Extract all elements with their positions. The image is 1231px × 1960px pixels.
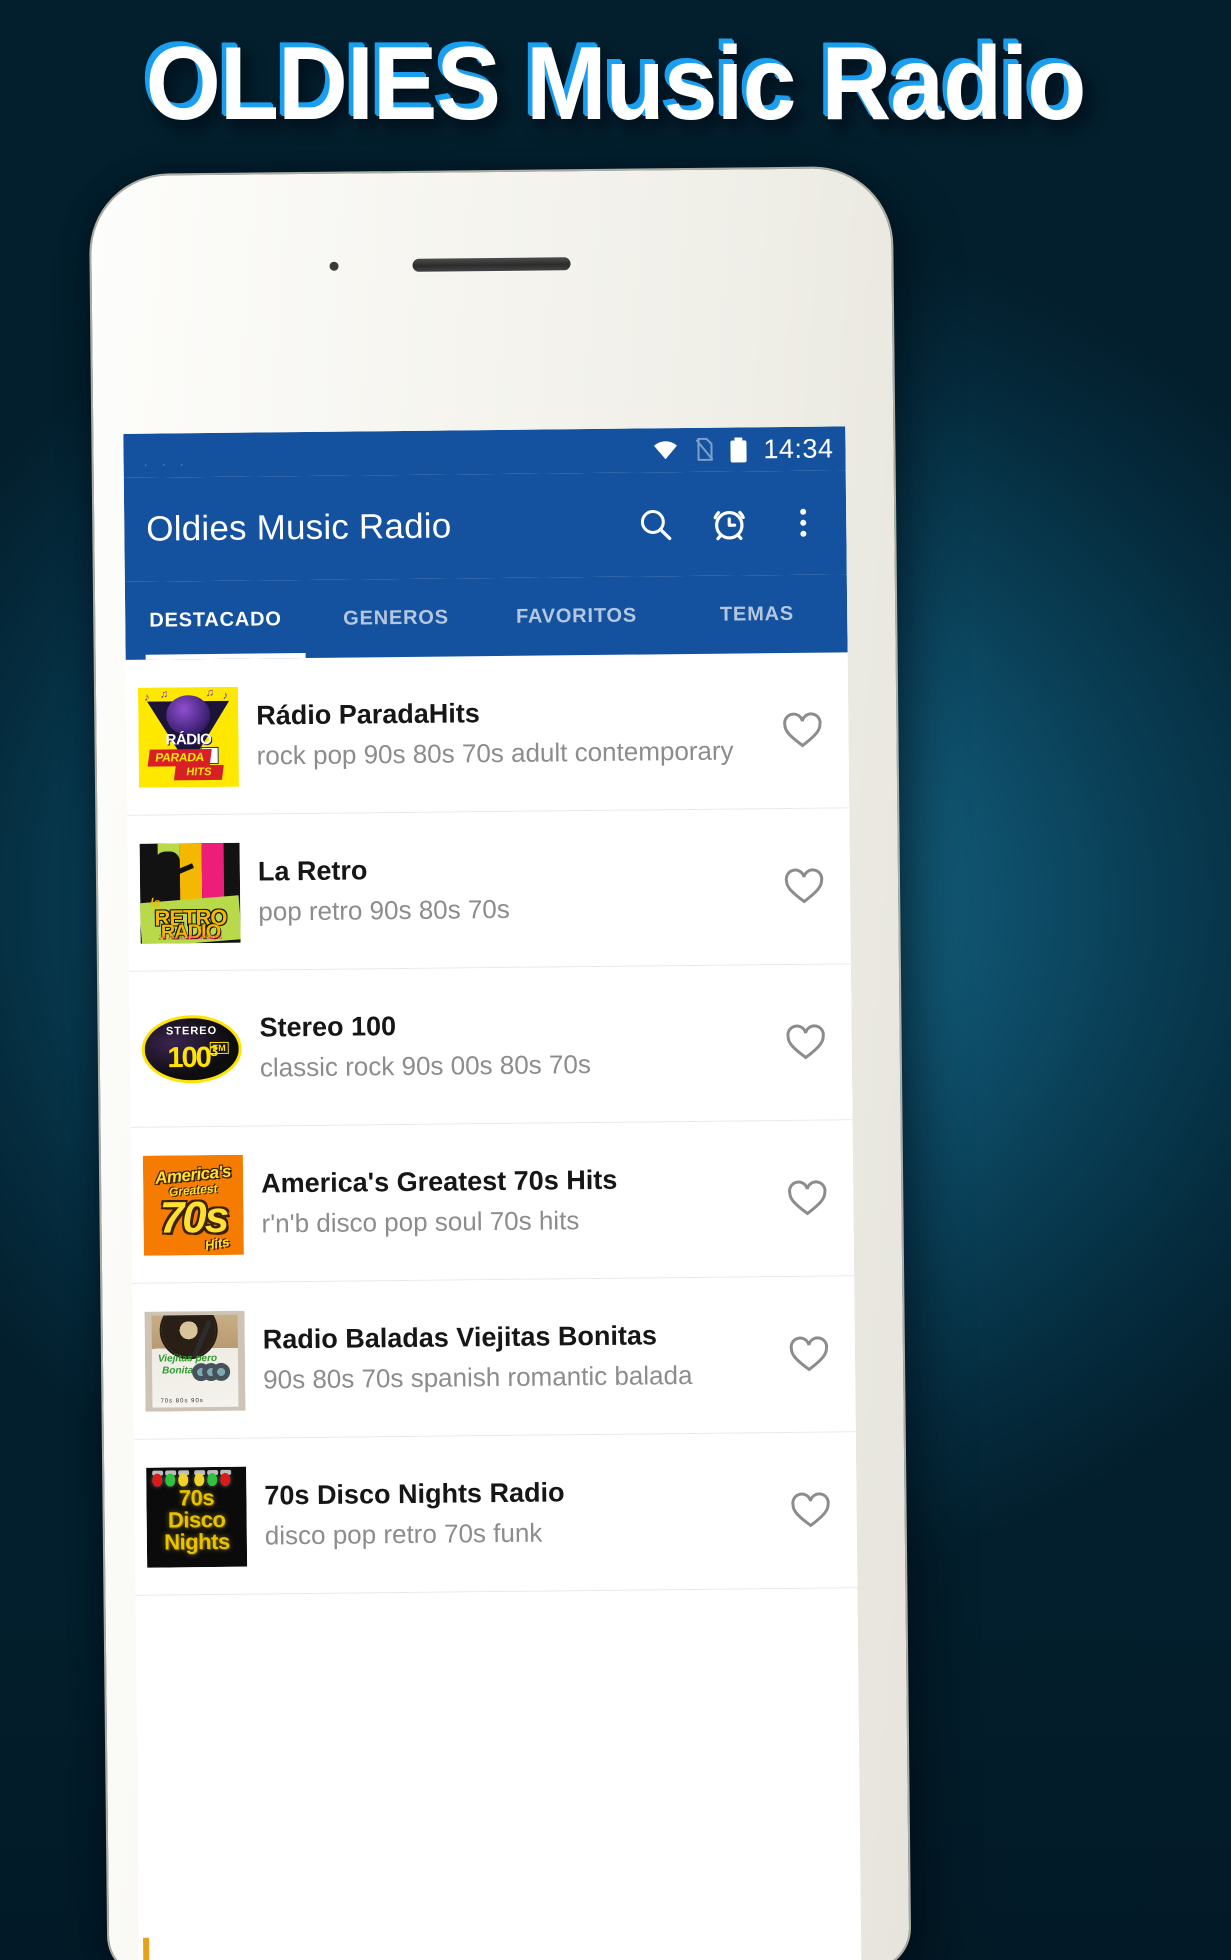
logo-line-1: STEREO — [165, 1024, 218, 1037]
station-list-item[interactable]: STEREO 1003 FM Stereo 100 classic rock 9… — [128, 964, 853, 1128]
station-text: Radio Baladas Viejitas Bonitas 90s 80s 7… — [255, 1319, 776, 1396]
station-list: ♪ ♫ ♪ ♫ RÁDIO PARADA HITS Rádio ParadaHi… — [125, 652, 858, 1636]
tab-temas[interactable]: TEMAS — [666, 574, 847, 654]
phone-front-camera — [329, 261, 339, 271]
favorite-heart-icon[interactable] — [776, 858, 833, 915]
station-tags: disco pop retro 70s funk — [264, 1517, 543, 1551]
station-list-item[interactable]: Viejitas pero Bonitas 70s 80s 90s Radio … — [132, 1276, 856, 1440]
favorite-heart-icon[interactable] — [774, 702, 831, 759]
station-tags: 90s 80s 70s spanish romantic balada — [263, 1359, 693, 1395]
logo-line-2: PARADA — [154, 749, 205, 765]
tab-favoritos[interactable]: FAVORITOS — [486, 576, 667, 656]
logo-line-2: 100 — [167, 1041, 211, 1074]
logo-line-4: FM — [209, 1041, 229, 1054]
tab-generos[interactable]: GENEROS — [305, 578, 486, 658]
70s-disco-nights-logo: 70s Disco Nights — [146, 1466, 248, 1568]
station-tags: pop retro 90s 80s 70s — [258, 893, 510, 927]
battery-icon — [730, 436, 747, 463]
station-text: America's Greatest 70s Hits r'n'b disco … — [253, 1163, 774, 1240]
americas-greatest-70s-logo: America's Greatest 70s Hits — [142, 1154, 244, 1256]
station-list-item[interactable]: America's Greatest 70s Hits America's Gr… — [130, 1120, 855, 1284]
wifi-icon — [652, 440, 678, 460]
sim-off-icon — [694, 437, 714, 462]
la-retro-logo: la RETRO RADIO 24 horas de clásicos — [139, 842, 241, 944]
favorite-heart-icon[interactable] — [781, 1326, 838, 1383]
station-text: 70s Disco Nights Radio disco pop retro 7… — [256, 1475, 777, 1552]
favorite-heart-icon[interactable] — [777, 1014, 834, 1071]
favorite-heart-icon[interactable] — [779, 1170, 836, 1227]
logo-line-3: HITS — [185, 765, 213, 778]
station-title: La Retro — [257, 855, 368, 887]
station-text: Stereo 100 classic rock 90s 00s 80s 70s — [251, 1007, 772, 1084]
phone-mockup: · · · 14:34 Oldies Music Radio DESTACADO… — [90, 167, 910, 1960]
stereo-100-logo: STEREO 1003 FM — [141, 998, 243, 1100]
station-list-item[interactable]: ♪ ♫ ♪ ♫ RÁDIO PARADA HITS Rádio ParadaHi… — [125, 652, 850, 816]
status-bar-notification-dots: · · · — [143, 456, 189, 472]
radio-baladas-viejitas-bonitas-logo: Viejitas pero Bonitas 70s 80s 90s — [144, 1310, 246, 1412]
station-title: America's Greatest 70s Hits — [260, 1164, 618, 1199]
app-bar-title: Oldies Music Radio — [146, 506, 452, 549]
phone-earpiece-speaker — [412, 257, 571, 272]
station-list-item-partial[interactable] — [135, 1588, 858, 1636]
logo-line-4: 24 horas de clásicos — [158, 933, 223, 942]
station-tags: r'n'b disco pop soul 70s hits — [261, 1205, 580, 1239]
scroll-edge-marker — [143, 1937, 150, 1960]
station-text: La Retro pop retro 90s 80s 70s — [250, 851, 771, 928]
status-bar-clock: 14:34 — [763, 432, 834, 464]
station-title: Radio Baladas Viejitas Bonitas — [262, 1320, 658, 1355]
station-title: Stereo 100 — [259, 1010, 397, 1043]
station-text: Rádio ParadaHits rock pop 90s 80s 70s ad… — [248, 695, 769, 772]
station-list-item[interactable]: 70s Disco Nights 70s Disco Nights Radio … — [133, 1432, 858, 1596]
station-list-item[interactable]: la RETRO RADIO 24 horas de clásicos La R… — [127, 808, 851, 972]
station-title: Rádio ParadaHits — [256, 698, 480, 731]
status-bar: · · · 14:34 — [123, 426, 846, 478]
banner: OLDIES Music Radio — [0, 18, 1231, 158]
phone-screen: · · · 14:34 Oldies Music Radio DESTACADO… — [123, 426, 862, 1960]
tab-destacado[interactable]: DESTACADO — [125, 580, 306, 660]
search-icon[interactable] — [632, 501, 678, 547]
logo-line-1: RÁDIO — [165, 730, 212, 748]
logo-line-3: 70s 80s 90s — [160, 1397, 204, 1405]
banner-title: OLDIES Music Radio — [145, 26, 1087, 142]
station-title: 70s Disco Nights Radio — [264, 1477, 565, 1511]
station-tags: classic rock 90s 00s 80s 70s — [259, 1048, 592, 1083]
overflow-menu-icon[interactable] — [780, 500, 826, 546]
app-bar-actions — [632, 500, 830, 548]
station-tags: rock pop 90s 80s 70s adult contemporary — [256, 735, 734, 771]
app-bar: Oldies Music Radio — [123, 470, 847, 582]
screenshot-stage: OLDIES Music Radio · · · 14:34 Oldies Mu… — [0, 0, 1231, 1960]
favorite-heart-icon[interactable] — [782, 1482, 839, 1539]
alarm-icon[interactable] — [706, 500, 752, 546]
logo-line-3: Nights — [164, 1528, 230, 1555]
tab-bar: DESTACADO GENEROS FAVORITOS TEMAS — [124, 574, 848, 660]
radio-paradahits-logo: ♪ ♫ ♪ ♫ RÁDIO PARADA HITS — [137, 686, 239, 788]
